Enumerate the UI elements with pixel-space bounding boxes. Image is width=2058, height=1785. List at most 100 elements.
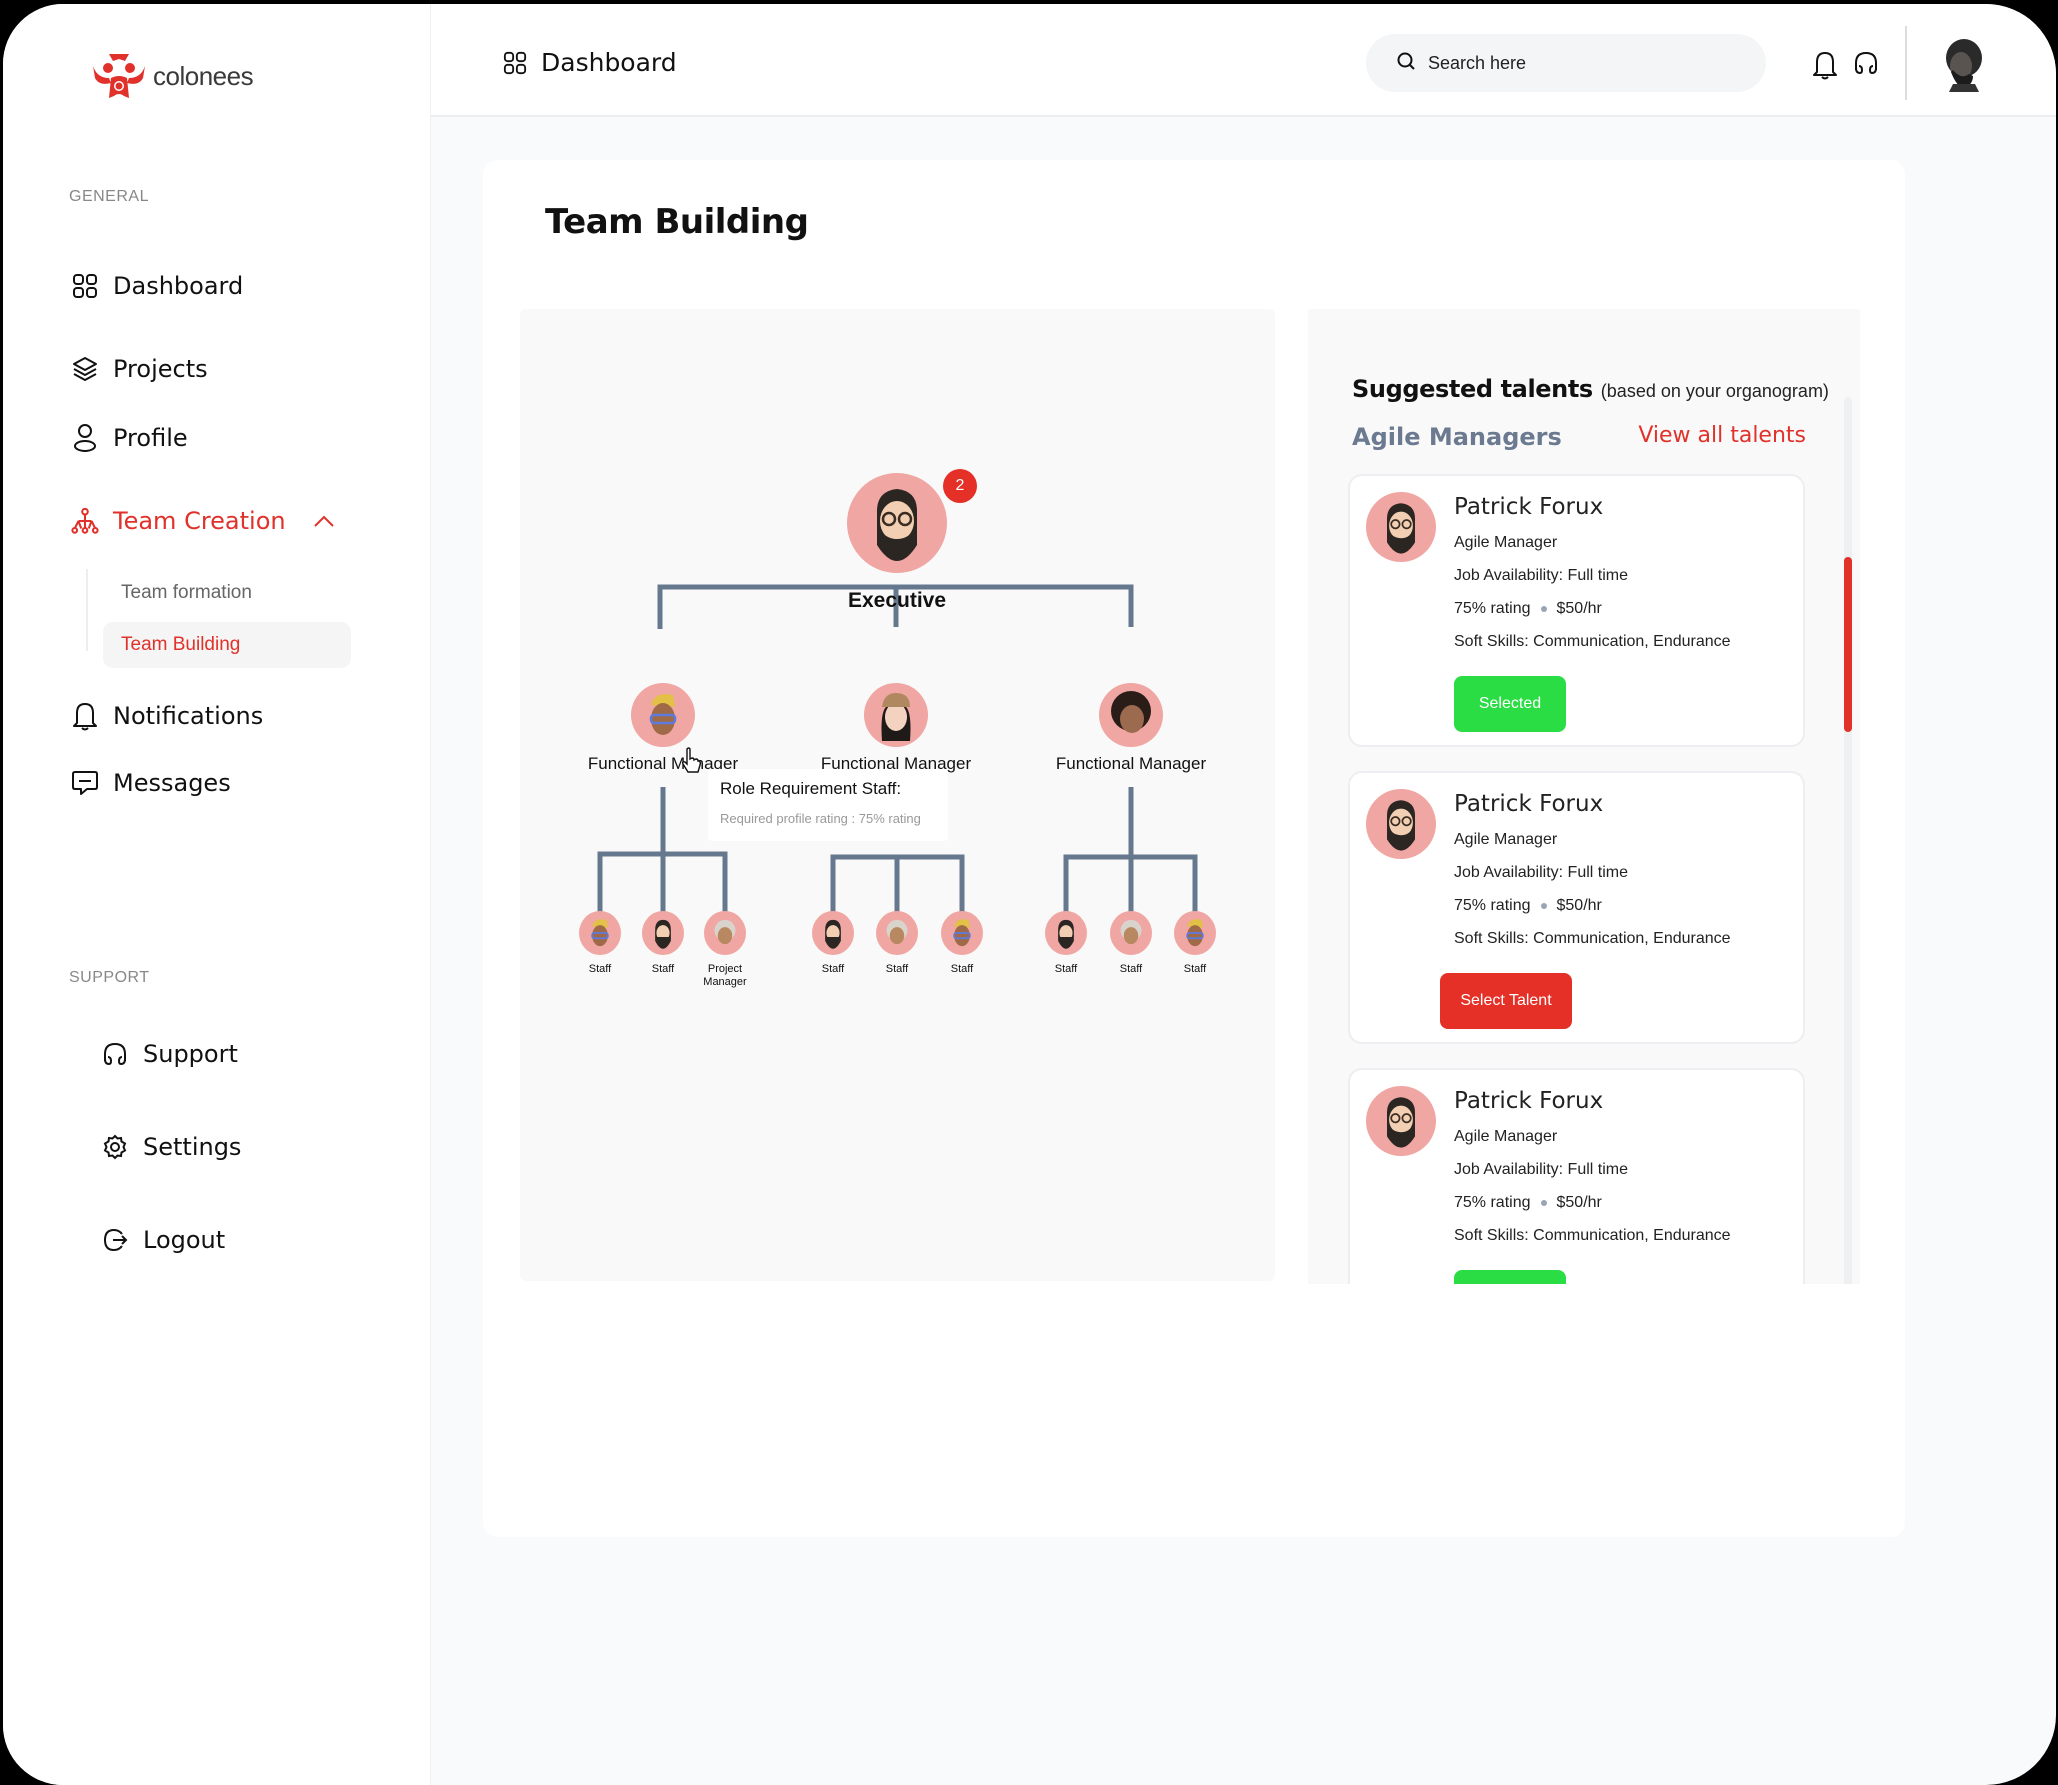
sidebar-item-notifications[interactable]: Notifications [71, 702, 264, 731]
brand-logo[interactable]: colonees [91, 52, 254, 100]
search-input[interactable] [1428, 52, 1728, 74]
talent-card[interactable]: Patrick Forux Agile Manager Job Availabili… [1348, 474, 1805, 747]
manager-node[interactable] [631, 683, 695, 747]
talent-category: Agile Managers [1352, 423, 1562, 451]
talent-card[interactable]: Patrick Forux Agile Manager Job Availabili… [1348, 1068, 1805, 1284]
talent-skills: Soft Skills: Communication, Endurance [1454, 633, 1731, 650]
memoji-avatar-icon [1058, 919, 1074, 949]
talent-rating: 75% rating [1454, 1194, 1531, 1211]
sidebar-item-dashboard[interactable]: Dashboard [71, 272, 243, 300]
sidebar-item-profile[interactable]: Profile [71, 424, 188, 452]
sidebar-subitem-team-formation[interactable]: Team formation [121, 582, 252, 604]
talents-subtitle: (based on your organogram) [1600, 381, 1829, 401]
talents-heading: Suggested talents (based on your organog… [1352, 375, 1829, 403]
grid-icon [71, 272, 99, 300]
suggested-talents-panel: Suggested talents (based on your organog… [1308, 309, 1860, 1284]
memoji-avatar-icon [649, 694, 677, 735]
talent-role: Agile Manager [1454, 1128, 1558, 1145]
talent-rate: $50/hr [1556, 897, 1602, 914]
bell-icon [71, 702, 99, 731]
header-divider [1905, 26, 1907, 100]
connector-manager2-staff [830, 854, 965, 919]
talent-availability: Job Availability: Full time [1454, 864, 1628, 881]
sidebar-item-support[interactable]: Support [101, 1040, 238, 1068]
sidebar-item-label: Support [143, 1040, 238, 1068]
memoji-avatar-icon [886, 919, 908, 945]
talent-name: Patrick Forux [1454, 791, 1604, 817]
sidebar-subitem-team-building[interactable]: Team Building [103, 622, 351, 668]
brand-name: colonees [153, 60, 254, 91]
executive-notification-badge: 2 [943, 469, 977, 503]
staff-label: Staff [1054, 963, 1078, 975]
sidebar-item-messages[interactable]: Messages [71, 769, 231, 797]
org-chart-panel: 2 Executive Functional Manager Functiona… [520, 309, 1275, 1281]
memoji-avatar-icon [1387, 503, 1415, 554]
talent-card[interactable]: Patrick Forux Agile Manager Job Availabili… [1348, 771, 1805, 1044]
grid-icon [501, 49, 529, 77]
memoji-avatar-icon [591, 919, 609, 947]
memoji-avatar-icon [714, 919, 736, 945]
headset-icon[interactable] [1853, 50, 1883, 80]
staff-label: Staff [950, 963, 974, 975]
staff-node[interactable] [941, 911, 983, 955]
staff-node[interactable] [1174, 911, 1216, 955]
staff-label: Staff [1119, 963, 1143, 975]
talent-avatar [1366, 789, 1436, 859]
chevron-up-icon[interactable] [310, 507, 338, 535]
sidebar-item-team-creation[interactable]: Team Creation [71, 507, 338, 535]
talent-rating-rate: 75% rating $50/hr [1454, 1194, 1602, 1212]
search-bar[interactable] [1366, 34, 1766, 92]
hand-cursor-icon [682, 747, 702, 773]
manager-label: Functional Manager [1055, 754, 1207, 773]
memoji-avatar-icon [1120, 919, 1142, 945]
sidebar: colonees GENERAL Dashboard Projects Prof… [3, 4, 431, 1785]
connector-manager3-staff [1063, 787, 1198, 919]
manager-node[interactable] [864, 683, 928, 747]
selected-button[interactable]: Selected [1454, 676, 1566, 732]
staff-label: Staff [651, 963, 675, 975]
staff-node[interactable] [642, 911, 684, 955]
sidebar-item-logout[interactable]: Logout [101, 1226, 225, 1254]
talents-scrollbar-thumb[interactable] [1844, 557, 1852, 732]
select-talent-button[interactable]: Select Talent [1440, 973, 1572, 1029]
submenu-connector [86, 569, 88, 651]
memoji-avatar-icon [877, 489, 917, 561]
separator-dot [1540, 606, 1547, 612]
staff-label: Staff [821, 963, 845, 975]
executive-node[interactable] [847, 473, 947, 573]
staff-node[interactable] [812, 911, 854, 955]
memoji-avatar-icon [655, 919, 671, 949]
gear-icon [101, 1133, 129, 1161]
staff-node[interactable] [1045, 911, 1087, 955]
staff-node[interactable] [704, 911, 746, 955]
manager-node[interactable] [1099, 683, 1163, 747]
header-title: Dashboard [541, 48, 677, 77]
sidebar-item-projects[interactable]: Projects [71, 355, 208, 383]
talent-rating: 75% rating [1454, 897, 1531, 914]
sidebar-item-label: Dashboard [113, 272, 244, 300]
sidebar-item-settings[interactable]: Settings [101, 1133, 241, 1161]
user-avatar[interactable] [1939, 36, 1987, 92]
talents-scrollbar-track[interactable] [1844, 397, 1852, 1284]
sidebar-item-label: Team Creation [113, 507, 286, 535]
staff-node[interactable] [1110, 911, 1152, 955]
main-content-card: Team Building 2 Executive Functional Man… [483, 160, 1905, 1537]
talent-rate: $50/hr [1556, 600, 1602, 617]
sidebar-item-label: Notifications [113, 702, 264, 730]
staff-node[interactable] [579, 911, 621, 955]
sidebar-item-label: Profile [113, 424, 188, 452]
tooltip-detail: Required profile rating : 75% rating [720, 811, 921, 826]
support-section-label: SUPPORT [69, 969, 150, 986]
talent-skills: Soft Skills: Communication, Endurance [1454, 1227, 1731, 1244]
staff-label: Project Manager [703, 963, 747, 988]
role-requirement-tooltip: Role Requirement Staff: Required profile… [708, 769, 948, 841]
search-icon [1396, 51, 1416, 75]
bell-icon[interactable] [1812, 50, 1842, 80]
talent-role: Agile Manager [1454, 534, 1558, 551]
colonees-logo-icon [93, 54, 145, 98]
selected-button[interactable]: Selected [1454, 1270, 1566, 1284]
view-all-talents-link[interactable]: View all talents [1638, 423, 1806, 448]
staff-node[interactable] [876, 911, 918, 955]
message-icon [71, 769, 99, 797]
talents-title: Suggested talents [1352, 375, 1593, 403]
